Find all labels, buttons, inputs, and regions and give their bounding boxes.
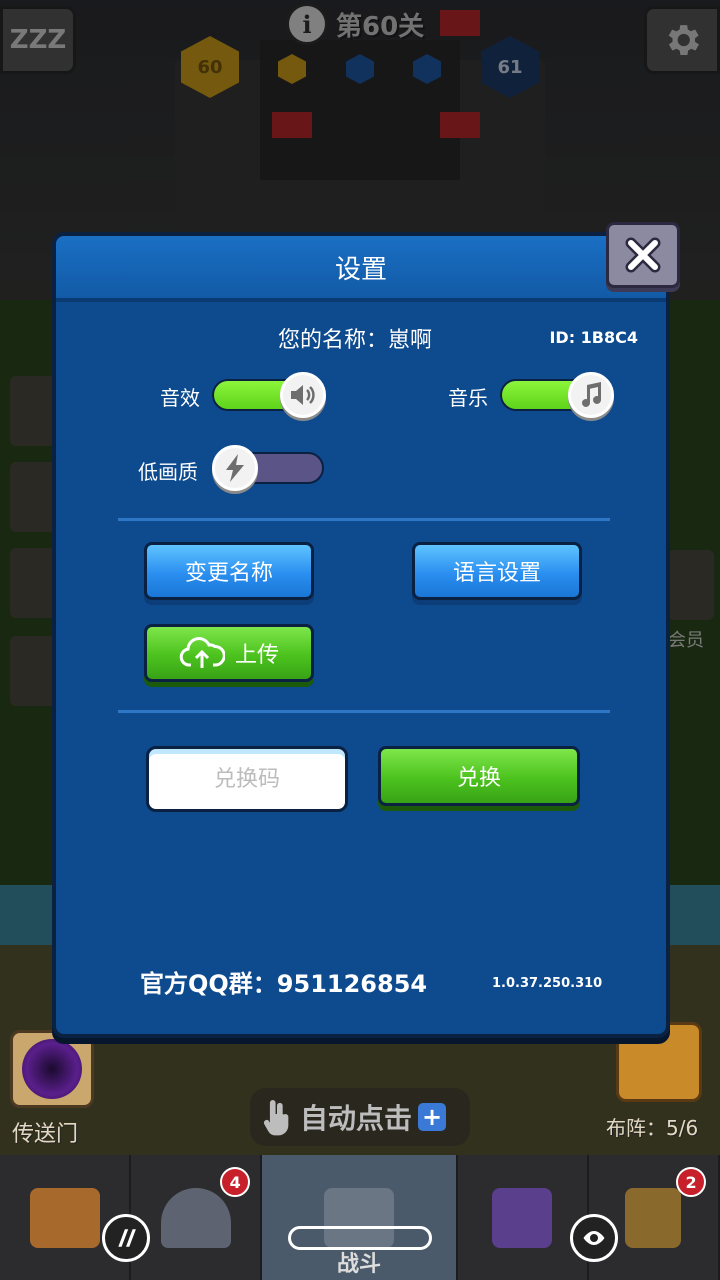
chest-icon — [29, 1187, 100, 1248]
divider — [118, 518, 610, 521]
sound-toggle[interactable] — [212, 372, 326, 418]
settings-dialog: 设置 您的名称：崽啊 ID: 1B8C4 音效 音乐 低画质 变更名称 语言设置… — [52, 232, 670, 1038]
close-icon — [625, 237, 661, 273]
player-id: ID: 1B8C4 — [549, 328, 638, 347]
auto-click-button[interactable]: 自动点击 + — [250, 1088, 470, 1146]
portal-button[interactable] — [10, 1030, 94, 1108]
notification-badge: 4 — [220, 1167, 251, 1197]
tab-necklace[interactable]: 2 — [589, 1155, 720, 1280]
speaker-icon — [280, 372, 326, 418]
music-note-icon — [568, 372, 614, 418]
music-label: 音乐 — [448, 386, 488, 410]
dialog-title: 设置 — [334, 254, 387, 285]
plus-icon[interactable]: + — [418, 1103, 447, 1131]
portal-icon — [22, 1039, 82, 1099]
language-button[interactable]: 语言设置 — [412, 542, 582, 600]
swipe-handle[interactable] — [288, 1226, 432, 1250]
tap-hand-icon — [263, 1100, 289, 1136]
qq-group-text: 官方QQ群：951126854 — [140, 970, 428, 998]
player-name: 您的名称：崽啊 — [278, 328, 433, 353]
version-text: 1.0.37.250.310 — [492, 976, 603, 991]
notification-badge: 2 — [676, 1167, 707, 1197]
tab-book[interactable] — [458, 1155, 589, 1280]
tab-hero[interactable]: 4 — [131, 1155, 263, 1280]
rename-button-label: 变更名称 — [184, 561, 273, 586]
cloud-upload-icon — [179, 637, 225, 668]
redeem-button[interactable]: 兑换 — [378, 746, 580, 806]
redeem-code-input[interactable] — [146, 746, 348, 812]
upload-button-label: 上传 — [234, 643, 279, 668]
tab-battle-label: 战斗 — [336, 1252, 381, 1277]
music-toggle[interactable] — [500, 372, 614, 418]
sound-label: 音效 — [160, 386, 200, 410]
redeem-button-label: 兑换 — [456, 766, 501, 791]
close-button[interactable] — [606, 222, 680, 288]
portal-label: 传送门 — [12, 1122, 79, 1147]
pause-icon — [118, 1229, 136, 1247]
dialog-header: 设置 — [56, 236, 666, 302]
low-quality-toggle[interactable] — [212, 445, 324, 491]
eye-icon — [583, 1231, 605, 1245]
divider — [118, 710, 610, 713]
auto-click-label: 自动点击 — [300, 1102, 413, 1135]
view-toggle-button[interactable] — [570, 1214, 618, 1262]
rename-button[interactable]: 变更名称 — [144, 542, 314, 600]
bottom-tab-bar: 4 战斗 2 — [0, 1155, 720, 1280]
language-button-label: 语言设置 — [452, 561, 541, 586]
necklace-icon — [625, 1187, 682, 1248]
low-quality-label: 低画质 — [138, 460, 198, 484]
helmet-icon — [160, 1187, 231, 1248]
tab-battle[interactable]: 战斗 — [262, 1155, 458, 1280]
pause-button[interactable] — [102, 1214, 150, 1262]
upload-button[interactable]: 上传 — [144, 624, 314, 682]
formation-label: 布阵：5/6 — [606, 1116, 699, 1140]
spellbook-icon — [492, 1187, 553, 1248]
lightning-icon — [212, 445, 258, 491]
